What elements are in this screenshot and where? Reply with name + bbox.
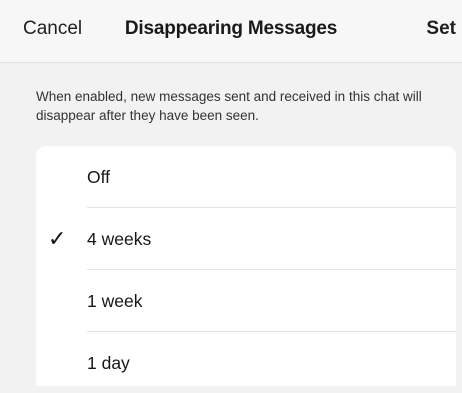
page-title: Disappearing Messages: [124, 18, 338, 39]
option-label: Off: [87, 167, 111, 187]
option-1-week[interactable]: 1 week: [36, 270, 456, 331]
checkmark-icon: ✓: [48, 226, 67, 251]
option-1-day[interactable]: 1 day: [36, 332, 456, 393]
option-label: 4 weeks: [87, 229, 152, 249]
option-off[interactable]: Off: [36, 146, 456, 207]
description-text: When enabled, new messages sent and rece…: [36, 89, 422, 123]
option-label: 1 week: [87, 291, 143, 311]
option-4-weeks[interactable]: ✓ 4 weeks: [36, 208, 456, 269]
option-label: 1 day: [87, 353, 130, 373]
set-button[interactable]: Set: [426, 18, 456, 40]
options-list: Off ✓ 4 weeks 1 week 1 day: [36, 146, 456, 386]
navigation-bar: Cancel Disappearing Messages Set: [0, 0, 462, 63]
